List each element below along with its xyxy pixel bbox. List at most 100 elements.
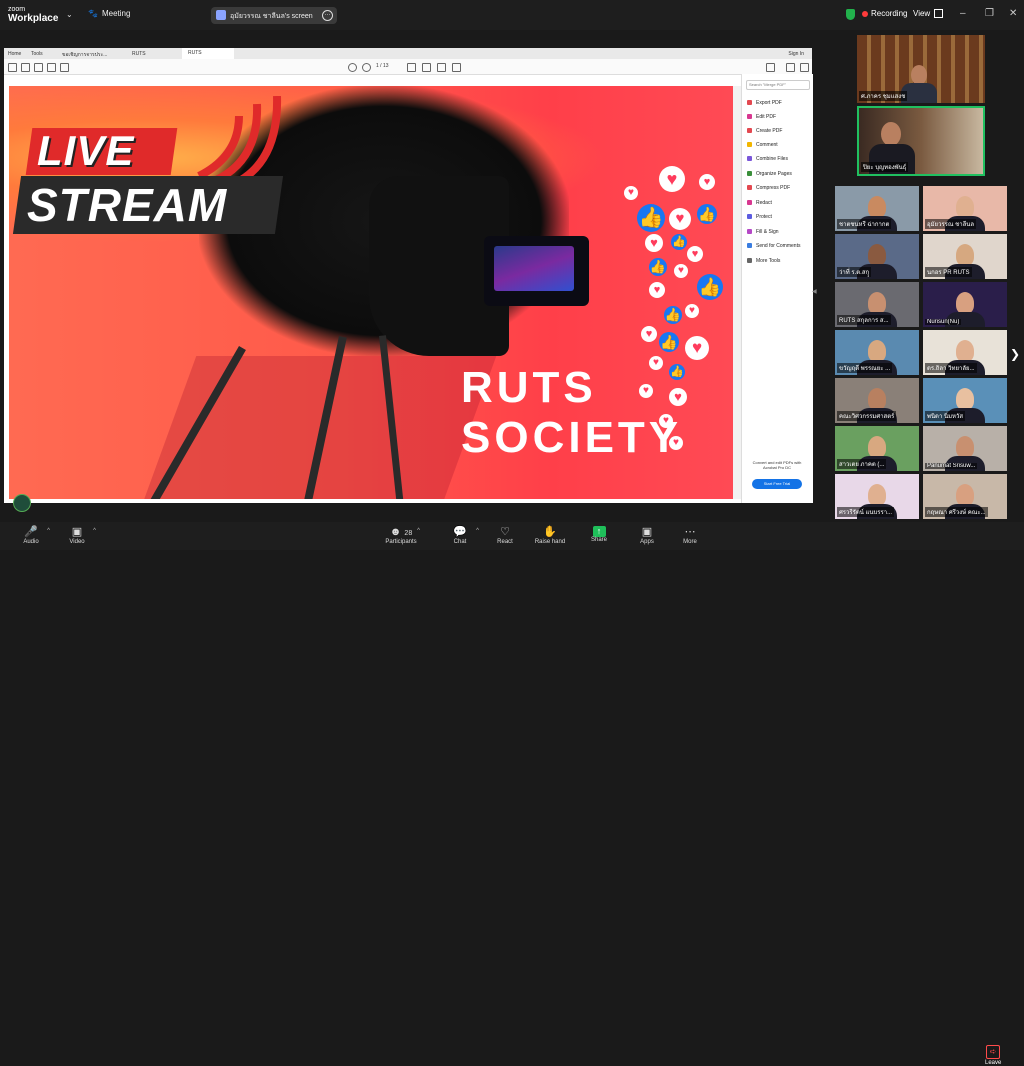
upload-icon[interactable] (34, 63, 43, 72)
participant-tile[interactable]: RUTS สกุลการ ส... (835, 282, 919, 327)
promo-text: Convert and edit PDFs with Acrobat Pro D… (752, 460, 802, 470)
chevron-up-icon[interactable]: ^ (417, 528, 420, 534)
tool-protect[interactable]: Protect (747, 214, 772, 220)
tab-home[interactable]: Home (8, 51, 21, 57)
page-up-icon[interactable] (348, 63, 357, 72)
meeting-info-button[interactable]: 🐾 Meeting (88, 9, 130, 18)
tab-document[interactable]: ขอเชิญการจารประ... (62, 51, 107, 59)
participant-tile[interactable]: อุมัยวรรณ ชาลีนล (923, 186, 1007, 231)
sign-icon[interactable] (452, 63, 461, 72)
speaker-tile-1[interactable]: ศ.ภาคร ชุมแสงช (857, 35, 985, 103)
raise-hand-button[interactable]: ✋ Raise hand (525, 526, 575, 545)
chat-button[interactable]: 💬 ^ Chat (435, 526, 485, 545)
like-reaction-icon: 👍 (669, 364, 685, 380)
participants-button[interactable]: ☻ 28 ^ Participants (376, 526, 426, 545)
tab-ruts-2[interactable]: RUTS (182, 48, 234, 59)
minimize-icon[interactable]: – (960, 8, 966, 19)
zoom-logo: zoom Workplace (8, 5, 58, 24)
participant-name: RUTS สกุลการ ส... (837, 315, 891, 325)
tool-edit-pdf[interactable]: Edit PDF (747, 114, 776, 120)
annotate-icon[interactable] (13, 494, 31, 512)
share-banner-text: อุมัยวรรณ ชาลีนล's screen (230, 13, 313, 20)
leave-button[interactable]: ➪ Leave (985, 1045, 1001, 1066)
slide-brand: RUTS SOCIETY (461, 363, 682, 463)
hand-icon: ✋ (543, 526, 557, 538)
participant-head (956, 436, 974, 458)
like-reaction-icon: 👍 (697, 204, 717, 224)
security-shield-icon[interactable] (846, 9, 855, 20)
participant-tile[interactable]: กฤษณา ศรีวงษ์ คณะ... (923, 474, 1007, 519)
tool-organize-pages[interactable]: Organize Pages (747, 171, 792, 177)
tool-send-for-comments[interactable]: Send for Comments (747, 243, 800, 249)
view-button[interactable]: View (913, 9, 944, 19)
chevron-up-icon[interactable]: ^ (47, 528, 50, 534)
tool-label: Protect (756, 214, 772, 220)
tool-compress-pdf[interactable]: Compress PDF (747, 185, 790, 191)
start-free-trial-button[interactable]: Start Free Trial (752, 479, 802, 489)
tool-redact[interactable]: Redact (747, 200, 772, 206)
participant-tile[interactable]: Nurisun(Nu) (923, 282, 1007, 327)
more-button[interactable]: ⋯ More (665, 526, 715, 545)
tab-tools[interactable]: Tools (31, 51, 43, 57)
vertical-scrollbar[interactable] (733, 86, 741, 499)
add-user-icon[interactable] (800, 63, 809, 72)
slide-live-stream: LIVE STREAM RUTS SOCIETY ♥ ♥ ♥ 👍 ♥ 👍 ♥ 👍 ♥ 👍 ♥ 👍 ♥ 👍 ♥… (9, 86, 733, 499)
next-page-arrow-icon[interactable]: ❯ (1010, 347, 1020, 361)
highlight-icon[interactable] (437, 63, 446, 72)
chevron-up-icon[interactable]: ^ (476, 528, 479, 534)
tools-search-input[interactable]: Search "Merge PDF" (746, 80, 810, 90)
zoom-top-bar: zoom Workplace ⌄ 🐾 Meeting อุมัยวรรณ ชาลี… (0, 0, 1024, 30)
tool-export-pdf[interactable]: Export PDF (747, 100, 782, 106)
mail-icon[interactable] (786, 63, 795, 72)
recording-indicator[interactable]: Recording (862, 9, 907, 18)
video-button[interactable]: ▣ ^ Video (52, 526, 102, 545)
participant-tile[interactable]: สาวเตย ภาคต (... (835, 426, 919, 471)
restore-icon[interactable]: ❐ (985, 8, 994, 19)
pen-icon[interactable] (422, 63, 431, 72)
zoom-icon[interactable] (60, 63, 69, 72)
tool-icon (747, 214, 752, 220)
react-button[interactable]: ♡ React (480, 526, 530, 545)
participant-tile[interactable]: ว่าที่ ร.ต.สกุุ (835, 234, 919, 279)
participant-tile[interactable]: Panumat Srisuw... (923, 426, 1007, 471)
chevron-up-icon[interactable]: ^ (93, 528, 96, 534)
meeting-controls: 🎤 ^ Audio ▣ ^ Video ☻ 28 ^ Participants 💬 ^ … (0, 522, 1024, 1066)
screen-share-banner[interactable]: อุมัยวรรณ ชาลีนล's screen ··· (211, 7, 337, 24)
speaker-tile-2[interactable]: ปิยะ บุญทองพันธุ์ (857, 106, 985, 176)
participant-tile[interactable]: ดร.ถิลา วิทยาลัย... (923, 330, 1007, 375)
comment-icon[interactable] (407, 63, 416, 72)
print-icon[interactable] (47, 63, 56, 72)
participant-name: กฤษณา ศรีวงษ์ คณะ... (925, 507, 988, 517)
participant-tile[interactable]: พนิดา นิ่มหวัส (923, 378, 1007, 423)
sign-in-link[interactable]: Sign In (788, 51, 804, 57)
tab-ruts-1[interactable]: RUTS (132, 51, 146, 57)
save-icon[interactable] (8, 63, 17, 72)
page-down-icon[interactable] (362, 63, 371, 72)
heart-reaction-icon: ♥ (624, 186, 638, 200)
participant-head (956, 388, 974, 410)
participant-tile[interactable]: ขวัญฤดี พรรณยะ ... (835, 330, 919, 375)
more-options-icon[interactable]: ··· (322, 10, 333, 21)
collapse-arrow-icon[interactable]: ◀ (812, 288, 817, 295)
tool-icon (747, 200, 752, 206)
tool-create-pdf[interactable]: Create PDF (747, 128, 782, 134)
like-reaction-icon: 👍 (659, 332, 679, 352)
tool-combine-files[interactable]: Combine Files (747, 156, 788, 162)
close-icon[interactable]: ✕ (1009, 8, 1017, 19)
share-button[interactable]: ↑ Share (574, 526, 624, 543)
participant-tile[interactable]: คณะวิศวกรรมศาสตร์ (835, 378, 919, 423)
chevron-down-icon[interactable]: ⌄ (66, 10, 73, 19)
tool-more-tools[interactable]: More Tools (747, 258, 780, 264)
participant-head (956, 340, 974, 362)
participant-tile[interactable]: ชาตชนหรี ฉ่ากากต (835, 186, 919, 231)
participant-name: ดร.ถิลา วิทยาลัย... (925, 363, 977, 373)
heart-reaction-icon: ♥ (645, 234, 663, 252)
share-doc-icon[interactable] (766, 63, 775, 72)
audio-button[interactable]: 🎤 ^ Audio (6, 526, 56, 545)
tool-fill-sign[interactable]: Fill & Sign (747, 229, 779, 235)
star-icon[interactable] (21, 63, 30, 72)
participant-tile[interactable]: ศรวรีรัตน์ แนบรรา... (835, 474, 919, 519)
participant-tile[interactable]: นกอร PR RUTS (923, 234, 1007, 279)
participant-head (868, 388, 886, 410)
tool-comment[interactable]: Comment (747, 142, 778, 148)
